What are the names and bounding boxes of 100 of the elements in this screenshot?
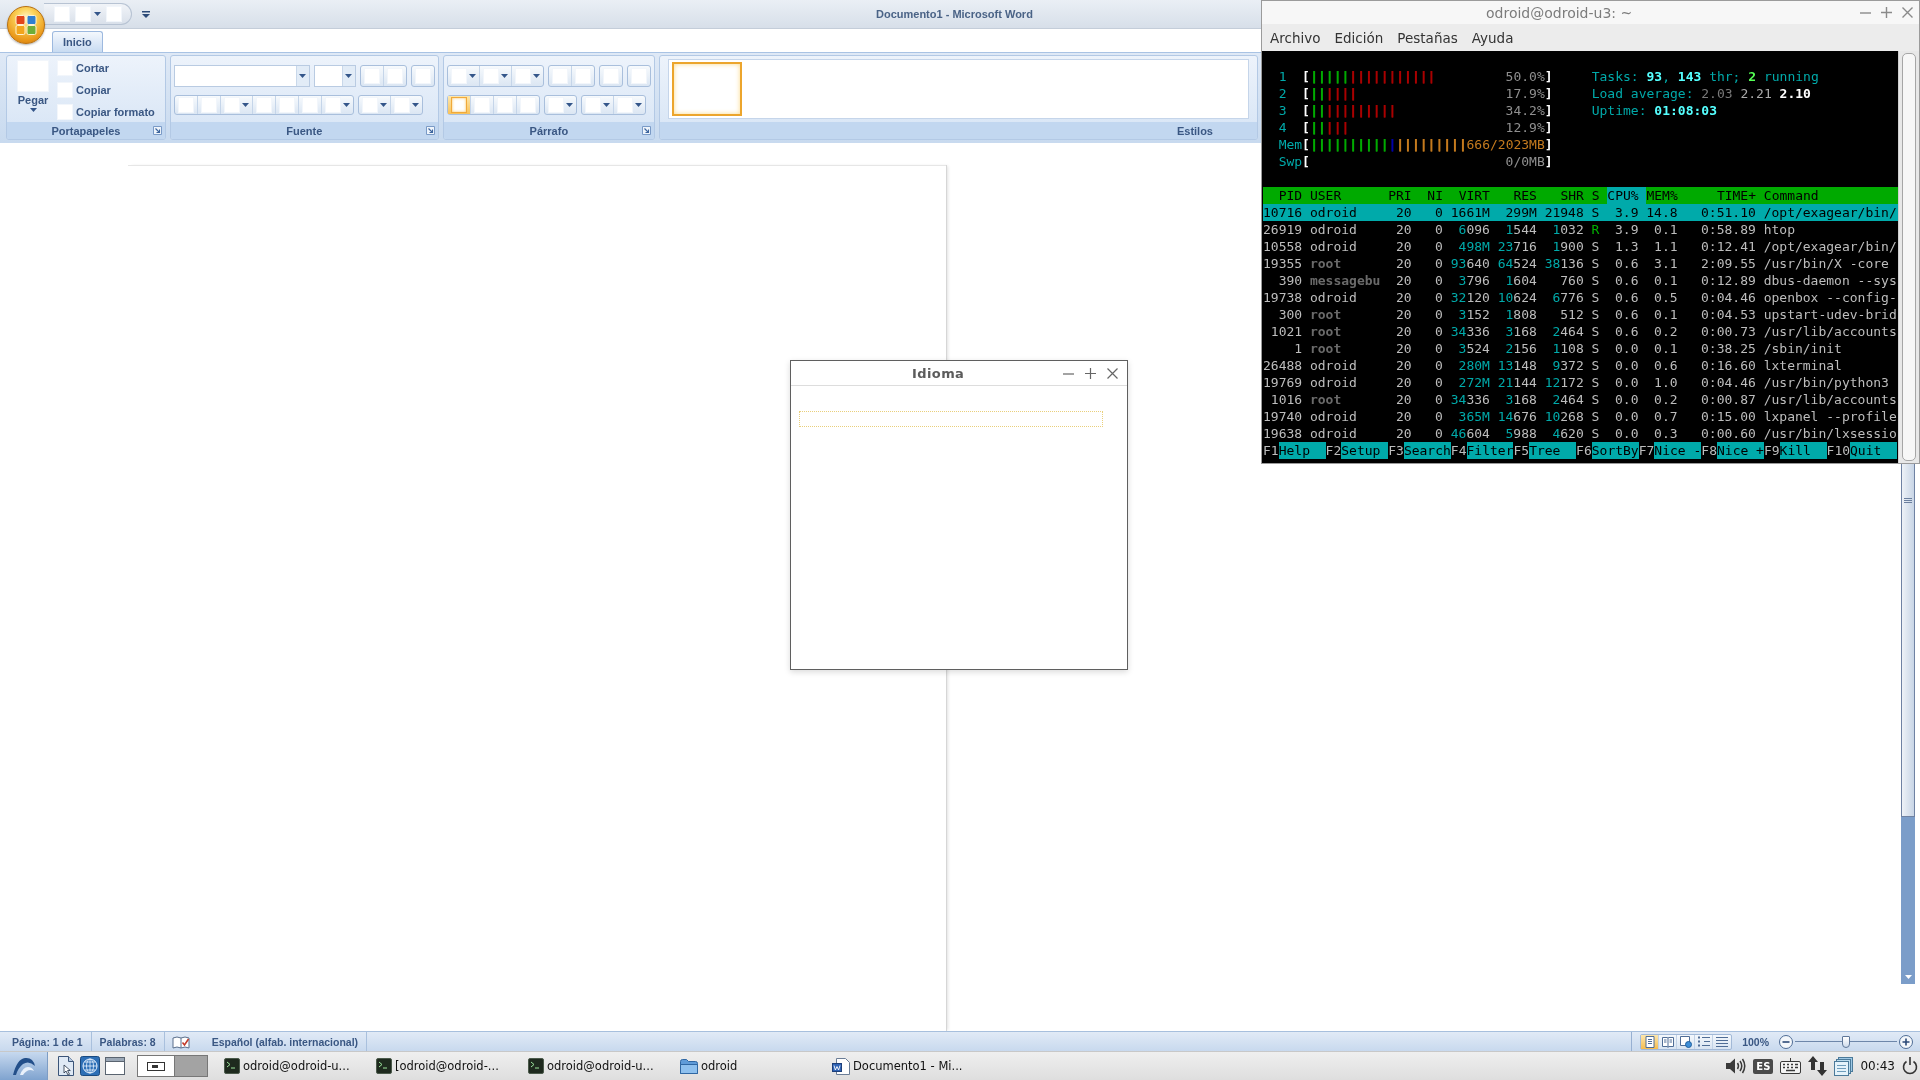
large-ribbon-button[interactable]: Pegar xyxy=(13,60,53,122)
ribbon-button[interactable]: Copiar xyxy=(57,82,159,98)
zoom-in-icon[interactable] xyxy=(1899,1034,1913,1049)
corner-arrow-icon[interactable] xyxy=(152,126,162,135)
taskbar-button[interactable]: odroid xyxy=(674,1053,826,1079)
process-row[interactable]: 390 messagebu 20 0 3796 1604 760 S 0.6 0.1 0:12.89 dbus-daemon --sys xyxy=(1263,272,1898,289)
process-row[interactable]: 10558 odroid 20 0 498M 23716 1900 S 1.3 1.1 0:12.41 /opt/exagear/bin/ xyxy=(1263,238,1898,255)
page-view-icon[interactable] xyxy=(1643,1035,1656,1048)
menu-item[interactable]: Archivo xyxy=(1263,26,1328,49)
process-row[interactable]: 1021 root 20 0 34336 3168 2464 S 0.6 0.2 0:00.73 /usr/lib/accounts xyxy=(1263,323,1898,340)
menu-item[interactable]: Ayuda xyxy=(1464,26,1521,49)
column-header[interactable]: PRI xyxy=(1388,187,1420,204)
keyboard-icon[interactable] xyxy=(1780,1058,1802,1074)
blank-icon xyxy=(616,97,633,113)
column-header[interactable]: S xyxy=(1591,187,1608,204)
corner-arrow-icon[interactable] xyxy=(425,126,435,135)
clock[interactable]: 00:43 xyxy=(1860,1059,1895,1073)
up-down-arrows-icon[interactable] xyxy=(1808,1056,1828,1076)
view-button[interactable] xyxy=(1677,1034,1696,1049)
function-key-action[interactable]: Filter xyxy=(1466,442,1514,459)
speaker-icon[interactable] xyxy=(1725,1057,1747,1075)
ribbon-button[interactable] xyxy=(410,65,435,87)
process-row[interactable]: 19638 odroid 20 0 46604 5988 4620 S 0.0 0.3 0:00.60 /usr/bin/lxsessio xyxy=(1263,425,1898,442)
open-book-icon[interactable] xyxy=(1661,1035,1674,1048)
column-header[interactable]: VIRT xyxy=(1450,187,1498,204)
globe-icon[interactable] xyxy=(80,1056,100,1076)
desktop-cell[interactable] xyxy=(175,1056,207,1076)
ribbon-button[interactable] xyxy=(598,65,623,87)
menu-item[interactable]: Edición xyxy=(1327,26,1391,49)
window-icon[interactable] xyxy=(105,1057,125,1075)
taskbar-button[interactable]: Documento1 - Mi... xyxy=(826,1053,978,1079)
view-button[interactable] xyxy=(1695,1034,1714,1049)
ribbon-button[interactable] xyxy=(543,95,577,115)
column-header[interactable]: USER xyxy=(1309,187,1389,204)
column-header[interactable]: RES xyxy=(1497,187,1545,204)
zoom-slider-track[interactable] xyxy=(1795,1034,1897,1049)
process-row[interactable]: 26488 odroid 20 0 280M 13148 9372 S 0.0 0.6 0:16.60 lxterminal xyxy=(1263,357,1898,374)
process-row[interactable]: 19740 odroid 20 0 365M 14676 10268 S 0.0 0.7 0:15.00 lxpanel --profile xyxy=(1263,408,1898,425)
corner-arrow-icon[interactable] xyxy=(641,126,651,135)
slider-thumb[interactable] xyxy=(1842,1035,1850,1048)
ribbon-button[interactable] xyxy=(447,96,471,114)
process-row[interactable]: 19738 odroid 20 0 32120 10624 6776 S 0.6 0.5 0:04.46 openbox --config- xyxy=(1263,289,1898,306)
web-page-icon[interactable] xyxy=(1679,1035,1692,1048)
page-icon[interactable] xyxy=(56,1056,75,1076)
scrollbar-thumb[interactable] xyxy=(1901,463,1915,817)
close-icon[interactable] xyxy=(1107,367,1118,379)
function-key-action[interactable]: Help xyxy=(1278,442,1326,459)
column-header[interactable]: PID xyxy=(1263,187,1310,204)
caret-icon[interactable] xyxy=(1904,975,1912,979)
ribbon-button[interactable]: Cortar xyxy=(57,60,159,76)
taskbar-button[interactable]: odroid@odroid-u... xyxy=(522,1053,674,1079)
view-button[interactable] xyxy=(1659,1034,1678,1049)
text-field[interactable] xyxy=(799,411,1103,427)
process-row[interactable]: 300 root 20 0 3152 1808 512 S 0.6 0.1 0:04.53 upstart-udev-brid xyxy=(1263,306,1898,323)
keyboard-layout-indicator[interactable]: ES xyxy=(1753,1058,1774,1074)
dropdown-field[interactable] xyxy=(173,65,310,87)
style-thumbnail[interactable] xyxy=(671,62,742,116)
column-header[interactable]: SHR xyxy=(1544,187,1592,204)
function-key-action[interactable]: Tree xyxy=(1529,442,1577,459)
function-key-action[interactable]: Kill xyxy=(1779,442,1827,459)
toolbar-button[interactable] xyxy=(75,6,101,22)
stacked-pages-icon[interactable] xyxy=(1834,1056,1854,1076)
taskbar-button[interactable]: [odroid@odroid-... xyxy=(370,1053,522,1079)
maximize-icon[interactable] xyxy=(1085,367,1096,379)
column-header[interactable]: CPU% xyxy=(1607,187,1647,204)
dropdown-field[interactable] xyxy=(313,65,356,87)
function-key-action[interactable]: Quit xyxy=(1850,442,1897,459)
process-row[interactable]: 10716 odroid 20 0 1661M 299M 21948 S 3.9 14.8 0:51.10 /opt/exagear/bin/ xyxy=(1263,204,1898,221)
customize-caret-icon[interactable] xyxy=(142,10,150,18)
process-row[interactable]: 19769 odroid 20 0 272M 21144 12172 S 0.0 1.0 0:04.46 /usr/bin/python3 xyxy=(1263,374,1898,391)
function-key-action[interactable]: Nice - xyxy=(1654,442,1702,459)
outline-icon[interactable] xyxy=(1697,1035,1710,1048)
zoom-level[interactable]: 100% xyxy=(1742,1035,1769,1048)
caret-icon[interactable] xyxy=(345,74,353,78)
column-header[interactable]: NI xyxy=(1419,187,1451,204)
taskbar-button[interactable]: odroid@odroid-u... xyxy=(218,1053,370,1079)
book-check-icon[interactable] xyxy=(171,1034,190,1049)
caret-icon[interactable] xyxy=(299,74,307,78)
process-row[interactable]: 26919 odroid 20 0 6096 1544 1032 R 3.9 0.1 0:58.89 htop xyxy=(1263,221,1898,238)
desktop-cell[interactable] xyxy=(138,1056,175,1076)
column-header[interactable]: MEM% xyxy=(1646,187,1686,204)
start-button[interactable] xyxy=(0,1052,48,1080)
process-row[interactable]: 1 root 20 0 3524 2156 1108 S 0.0 0.1 0:38.25 /sbin/init xyxy=(1263,340,1898,357)
ribbon-tab[interactable]: Inicio xyxy=(52,31,103,52)
column-header[interactable]: Command xyxy=(1763,187,1898,204)
table-cell-text: 20 xyxy=(1395,323,1412,340)
function-key-action[interactable]: Search xyxy=(1403,442,1451,459)
function-key-action[interactable]: Setup xyxy=(1341,442,1389,459)
column-header[interactable]: TIME+ xyxy=(1685,187,1764,204)
zoom-out-icon[interactable] xyxy=(1779,1034,1793,1049)
function-key-action[interactable]: SortBy xyxy=(1591,442,1639,459)
power-icon[interactable] xyxy=(1902,1057,1918,1075)
process-row[interactable]: 1016 root 20 0 34336 3168 2464 S 0.0 0.2 0:00.87 /usr/lib/accounts xyxy=(1263,391,1898,408)
maximize-icon[interactable] xyxy=(1881,7,1892,18)
view-button[interactable] xyxy=(1641,1034,1660,1049)
process-row[interactable]: 19355 root 20 0 93640 64524 38136 S 0.6 3.1 2:09.55 /usr/bin/X -core xyxy=(1263,255,1898,272)
ribbon-button[interactable] xyxy=(626,65,651,87)
ribbon-button[interactable]: Copiar formato xyxy=(57,104,159,120)
close-icon[interactable] xyxy=(1902,7,1913,18)
menu-item[interactable]: Pestañas xyxy=(1390,26,1465,49)
